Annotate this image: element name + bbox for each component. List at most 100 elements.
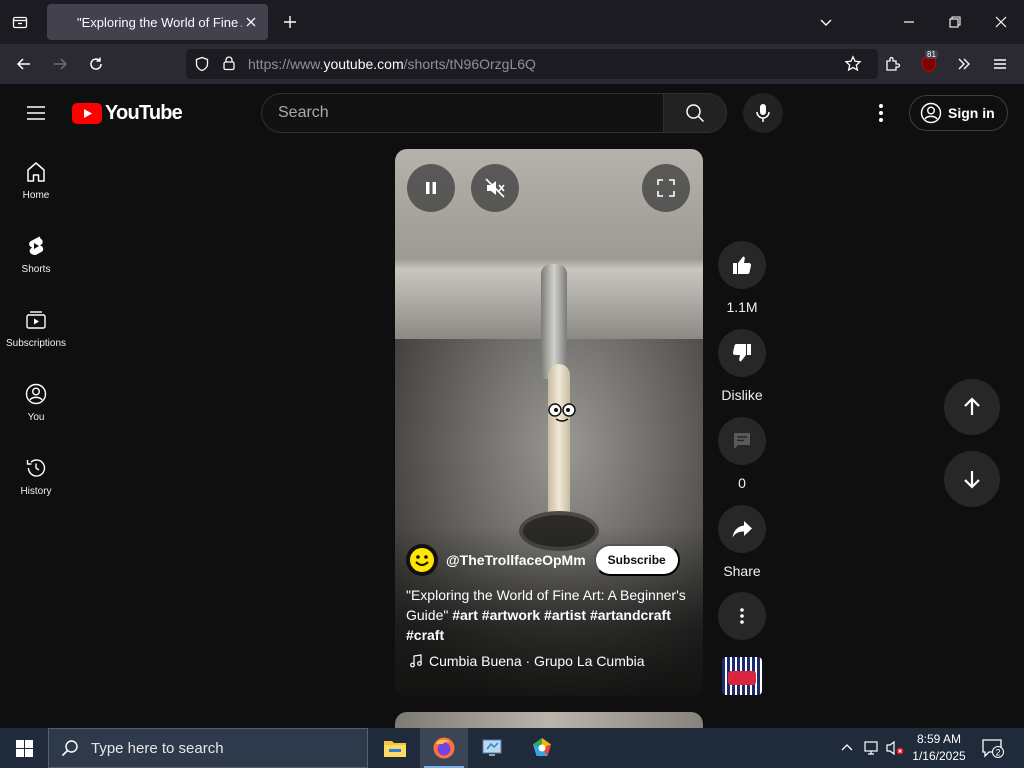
minimize-icon[interactable]: [897, 10, 921, 34]
comments-action: 0: [718, 417, 766, 491]
url-bar[interactable]: https://www.youtube.com/shorts/tN96OrzgL…: [186, 49, 878, 79]
new-tab-icon[interactable]: [279, 11, 301, 33]
voice-search-button[interactable]: [743, 93, 783, 133]
share-arrow-icon: [732, 521, 752, 538]
like-button[interactable]: [718, 241, 766, 289]
arrow-up-icon: [964, 397, 980, 415]
browser-nav-bar: https://www.youtube.com/shorts/tN96OrzgL…: [0, 44, 1024, 84]
control-panel-taskbar-icon[interactable]: [469, 728, 517, 768]
url-domain: youtube.com: [323, 56, 404, 72]
music-link[interactable]: Cumbia Buena · Grupo La Cumbia: [409, 653, 645, 669]
sidebar-item-shorts[interactable]: Shorts: [0, 216, 72, 290]
comments-button[interactable]: [718, 417, 766, 465]
taskbar-search-box[interactable]: Type here to search: [48, 728, 368, 768]
dislike-label: Dislike: [721, 387, 763, 403]
network-icon[interactable]: [860, 728, 882, 768]
tab-close-icon[interactable]: [242, 13, 260, 31]
subscribe-button[interactable]: Subscribe: [593, 544, 680, 576]
pause-button[interactable]: [407, 164, 455, 212]
chevron-down-icon[interactable]: [814, 10, 838, 34]
more-action: [718, 592, 766, 640]
search-button[interactable]: [663, 93, 727, 133]
share-button[interactable]: [718, 505, 766, 553]
volume-muted-icon: [485, 178, 505, 198]
taskbar-search-placeholder: Type here to search: [91, 739, 224, 757]
volume-muted-tray-icon[interactable]: [884, 728, 906, 768]
search-input[interactable]: [278, 94, 648, 132]
channel-handle[interactable]: @TheTrollfaceOpMm: [446, 552, 586, 568]
channel-avatar[interactable]: [406, 544, 438, 576]
music-note-icon: [410, 654, 422, 668]
sidebar-item-label: You: [27, 412, 45, 423]
browser-tab-bar: "Exploring the World of Fine Art: A Begi…: [0, 0, 1024, 44]
tray-chevron-up-icon[interactable]: [838, 728, 856, 768]
notification-count: 2: [995, 748, 1000, 758]
restore-icon[interactable]: [943, 10, 967, 34]
sidebar-item-subscriptions[interactable]: Subscriptions: [0, 290, 72, 364]
firefox-taskbar-icon[interactable]: [420, 728, 468, 768]
next-short-button[interactable]: [944, 451, 1000, 507]
music-label: Cumbia Buena · Grupo La Cumbia: [429, 653, 645, 669]
sidebar-item-home[interactable]: Home: [0, 142, 72, 216]
short-title[interactable]: "Exploring the World of Fine Art: A Begi…: [406, 585, 694, 645]
home-icon: [27, 162, 45, 182]
shorts-video-player[interactable]: @TheTrollfaceOpMm Subscribe "Exploring t…: [395, 149, 703, 696]
sound-thumbnail[interactable]: [722, 657, 762, 695]
back-icon[interactable]: [12, 52, 36, 76]
sidebar-item-label: Home: [22, 190, 50, 201]
reload-icon[interactable]: [84, 52, 108, 76]
sign-in-button[interactable]: Sign in: [909, 95, 1008, 131]
video-faucet: [541, 264, 567, 379]
tab-title: "Exploring the World of Fine Art: A Begi…: [77, 14, 242, 30]
overflow-chevrons-icon[interactable]: [952, 52, 976, 76]
taskbar-clock[interactable]: 8:59 AM 1/16/2025: [905, 731, 973, 765]
browser-tab-active[interactable]: "Exploring the World of Fine Art: A Begi…: [47, 4, 268, 40]
shield-icon[interactable]: [194, 56, 210, 77]
menu-icon[interactable]: [988, 52, 1012, 76]
colorful-app-taskbar-icon[interactable]: [518, 728, 566, 768]
clock-time: 8:59 AM: [916, 732, 962, 746]
sidebar-item-history[interactable]: History: [0, 438, 72, 512]
url-path: /shorts/tN96OrzgL6Q: [403, 56, 536, 72]
smiley-avatar-icon: [408, 546, 436, 574]
clock-date: 1/16/2025: [912, 749, 966, 763]
dislike-button[interactable]: [718, 329, 766, 377]
sidebar-item-label: Shorts: [21, 264, 51, 275]
like-count: 1.1M: [726, 299, 758, 315]
file-explorer-taskbar-icon[interactable]: [371, 728, 419, 768]
forward-icon[interactable]: [48, 52, 72, 76]
more-actions-button[interactable]: [718, 592, 766, 640]
taskbar-search-icon: [61, 740, 78, 757]
share-action: Share: [718, 505, 766, 579]
tab-list-icon[interactable]: [8, 10, 32, 34]
sidebar-item-you[interactable]: You: [0, 364, 72, 438]
start-button[interactable]: [0, 728, 48, 768]
more-vertical-icon: [740, 608, 744, 624]
windows-logo-icon: [15, 739, 33, 757]
logo-text: YouTube: [105, 102, 183, 124]
previous-short-button[interactable]: [944, 379, 1000, 435]
cartoon-face-icon: [548, 403, 576, 422]
mute-button[interactable]: [471, 164, 519, 212]
notification-center-icon[interactable]: 2: [978, 728, 1008, 768]
bookmark-star-icon[interactable]: [841, 52, 865, 76]
microphone-icon: [756, 104, 770, 122]
close-window-icon[interactable]: [989, 10, 1013, 34]
url-prefix: https://www.: [248, 56, 324, 72]
settings-more-icon[interactable]: [869, 101, 893, 125]
guide-menu-icon[interactable]: [24, 101, 48, 125]
account-icon: [920, 102, 942, 124]
fullscreen-button[interactable]: [642, 164, 690, 212]
mini-guide: Home Shorts Subscriptions You History: [0, 142, 72, 512]
shorts-icon: [29, 236, 44, 256]
like-action: 1.1M: [718, 241, 766, 315]
comment-count: 0: [738, 475, 746, 491]
youtube-logo[interactable]: YouTube: [72, 102, 183, 125]
channel-row: @TheTrollfaceOpMm Subscribe: [406, 544, 680, 576]
windows-taskbar: Type here to search 8:59 AM 1/16/2025 2: [0, 728, 1024, 768]
you-icon: [25, 383, 47, 405]
extensions-icon[interactable]: [881, 52, 905, 76]
lock-icon[interactable]: [221, 55, 237, 76]
sidebar-item-label: History: [20, 486, 52, 497]
arrow-down-icon: [964, 471, 980, 489]
